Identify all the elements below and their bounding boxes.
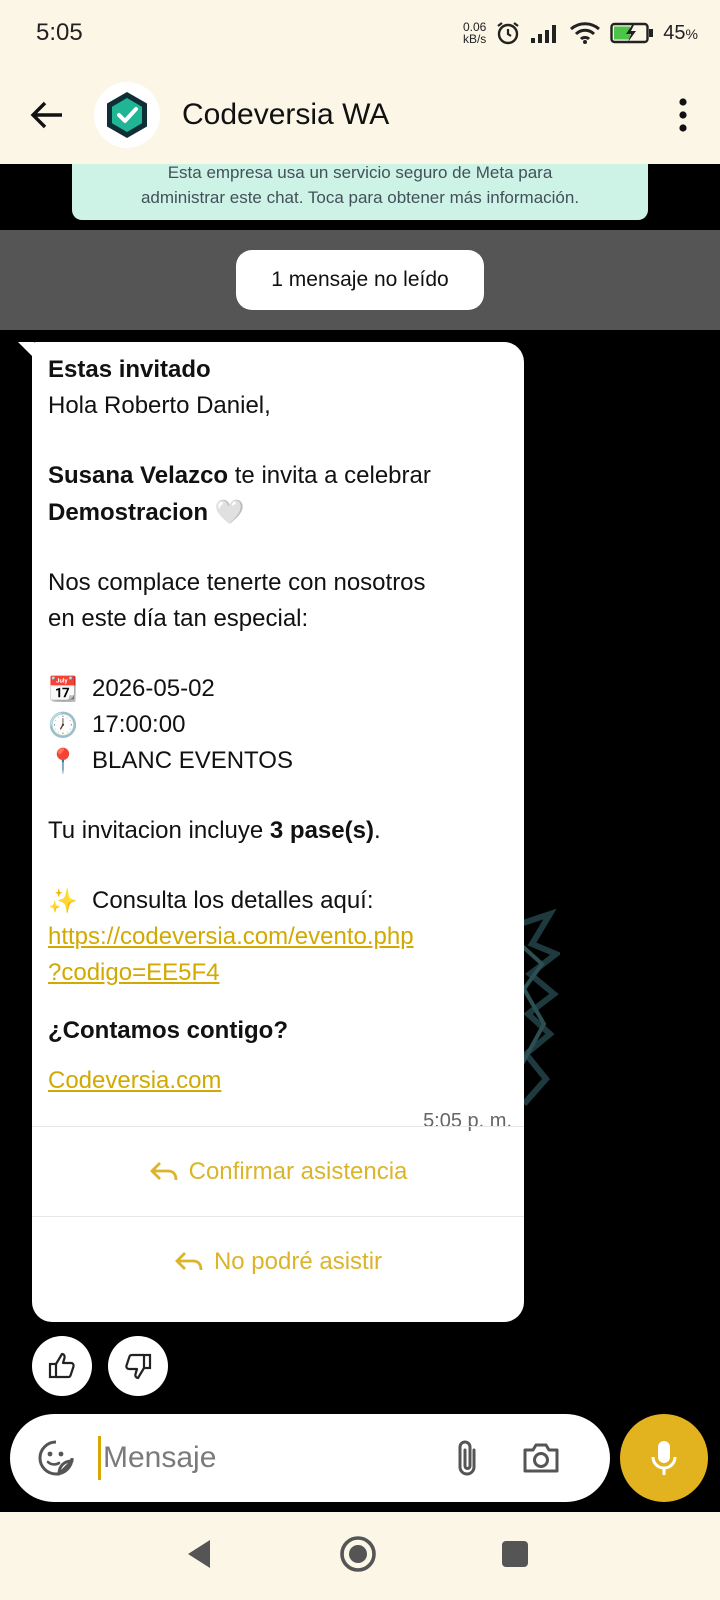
message-composer [10,1414,610,1502]
status-icons: 0.06 kB/s 45% [463,20,698,46]
camera-button[interactable] [519,1436,563,1480]
event-date: 2026-05-02 [92,675,215,702]
thumbs-down-button[interactable] [108,1336,168,1396]
battery-percent: 45% [663,21,698,44]
camera-icon [523,1443,559,1473]
shield-check-icon [107,92,147,138]
message-input[interactable] [101,1441,441,1475]
event-time-row: 🕖 17:00:00 [48,707,508,743]
event-place-row: 📍 BLANC EVENTOS [48,743,508,779]
calendar-icon: 📆 [48,675,78,703]
reply-icon [174,1251,203,1270]
event-place: BLANC EVENTOS [92,747,293,774]
message-greeting: Hola Roberto Daniel, [48,392,271,419]
thumbs-up-icon [48,1352,75,1379]
welcome-line2: en este día tan especial: [48,605,309,632]
nav-back-icon[interactable] [186,1538,212,1570]
microphone-icon [651,1441,677,1475]
unread-divider: 1 mensaje no leído [0,230,720,330]
sticker-smile-icon [38,1440,74,1476]
network-speed-unit: kB/s [462,32,487,46]
clock-icon: 🕖 [48,711,78,739]
welcome-line1: Nos complace tenerte con nosotros [48,569,426,596]
unread-pill: 1 mensaje no leído [236,250,484,310]
chat-title[interactable]: Codeversia WA [182,98,389,132]
details-label: Consulta los detalles aquí: [92,887,374,914]
system-nav-bar [0,1512,720,1600]
thumbs-down-icon [125,1353,152,1380]
event-date-row: 📆 2026-05-02 [48,671,508,707]
decline-attendance-label: No podré asistir [213,1247,383,1275]
decline-attendance-button[interactable]: No podré asistir [32,1216,524,1306]
event-line: Demostracion 🤍 [48,494,508,531]
attach-button[interactable] [447,1436,487,1480]
signal-icon [531,25,557,43]
event-time: 17:00:00 [92,711,186,738]
paperclip-icon [458,1440,476,1476]
message-title: Estas invitado [48,356,211,383]
thumbs-up-button[interactable] [32,1336,92,1396]
more-options-button[interactable] [668,92,698,138]
message-body: Estas invitado Hola Roberto Daniel, Susa… [48,352,508,1099]
question-text: ¿Contamos contigo? [48,1017,288,1044]
voice-record-button[interactable] [620,1414,708,1502]
passes-line: Tu invitacion incluye 3 pase(s). [48,817,381,844]
nav-home-icon[interactable] [338,1534,378,1574]
contact-avatar[interactable] [94,82,160,148]
wifi-icon [570,22,601,44]
status-time: 5:05 [36,19,83,46]
meta-notice-line2: administrar este chat. Toca para obtener… [140,188,580,207]
sparkles-icon: ✨ [48,887,78,915]
more-vert-icon [679,98,687,132]
battery-charging-icon [610,22,654,44]
confirm-attendance-button[interactable]: Confirmar asistencia [32,1126,524,1216]
event-name: Demostracion [48,499,209,526]
chat-area[interactable]: Esta empresa usa un servicio seguro de M… [0,164,720,1408]
message-invite: Susana Velazco te invita a celebrar [48,458,508,494]
meta-security-notice[interactable]: Esta empresa usa un servicio seguro de M… [72,164,648,220]
back-button[interactable] [24,92,70,138]
reply-icon [149,1161,178,1180]
network-speed: 0.06 kB/s [463,21,486,45]
meta-notice-line1: Esta empresa usa un servicio seguro de M… [167,164,553,182]
event-link[interactable]: https://codeversia.com/evento.php ?codigo… [48,919,508,991]
invite-text: te invita a celebrar [228,462,431,489]
chat-header: Codeversia WA [0,66,720,164]
wallpaper-plant-decoration [520,908,560,1106]
arrow-left-icon [30,101,62,129]
host-name: Susana Velazco [48,462,229,489]
message-bubble[interactable]: Estas invitado Hola Roberto Daniel, Susa… [32,342,524,1322]
status-bar: 5:05 0.06 kB/s 45% [0,0,720,66]
heart-emoji: 🤍 [214,498,245,526]
pin-icon: 📍 [48,747,78,775]
confirm-attendance-label: Confirmar asistencia [188,1157,408,1185]
footer-link[interactable]: Codeversia.com [48,1063,508,1099]
details-row: ✨ Consulta los detalles aquí: [48,883,508,919]
sticker-button[interactable] [34,1436,78,1480]
passes-value: 3 pase(s) [269,817,374,844]
nav-recents-icon[interactable] [502,1541,528,1567]
alarm-icon [497,22,519,45]
